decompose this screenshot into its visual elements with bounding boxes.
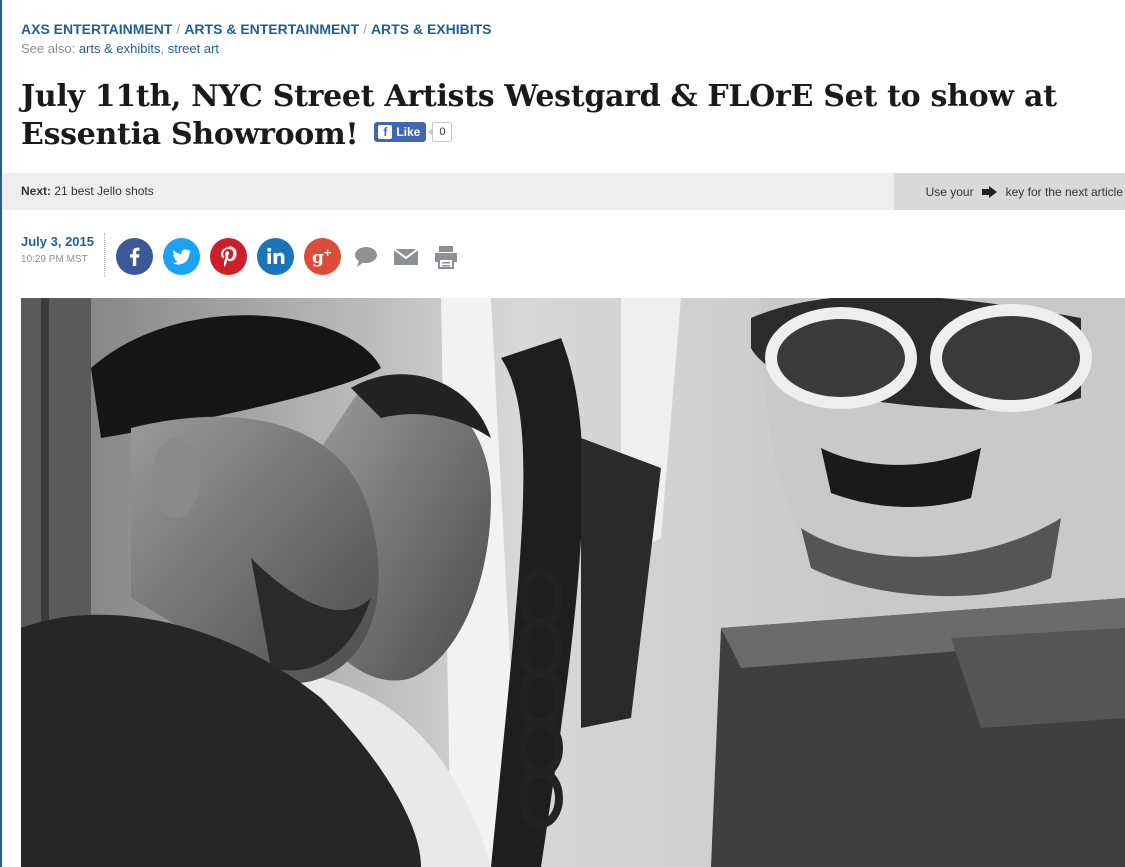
- see-also: See also: arts & exhibits, street art: [21, 41, 220, 56]
- facebook-icon: f: [378, 125, 393, 139]
- comment-icon: [355, 246, 377, 267]
- facebook-like-count: 0: [428, 122, 453, 142]
- share-google-plus-button[interactable]: g +: [304, 238, 341, 275]
- share-linkedin-button[interactable]: [257, 238, 294, 275]
- facebook-like-label: Like: [396, 125, 421, 139]
- breadcrumb-separator: /: [363, 21, 367, 37]
- breadcrumb-link-arts-exhibits[interactable]: ARTS & EXHIBITS: [371, 21, 492, 37]
- facebook-like-widget: f Like 0: [374, 122, 453, 142]
- hero-image: [21, 298, 1125, 867]
- facebook-icon: [130, 247, 140, 266]
- next-label: Next:: [21, 184, 52, 198]
- article-title: July 11th, NYC Street Artists Westgard &…: [21, 78, 1111, 154]
- share-pinterest-button[interactable]: [210, 238, 247, 275]
- twitter-icon: [172, 249, 192, 265]
- see-also-link-street-art[interactable]: street art: [168, 41, 219, 56]
- linkedin-icon: [267, 247, 285, 264]
- left-accent-rule: [0, 0, 2, 867]
- print-button[interactable]: [431, 242, 461, 272]
- facebook-like-button[interactable]: f Like: [374, 122, 427, 142]
- right-arrow-icon: [981, 185, 998, 198]
- next-article-link[interactable]: 21 best Jello shots: [54, 184, 153, 198]
- keyboard-hint: Use your key for the next article: [894, 173, 1125, 210]
- email-icon: [393, 247, 419, 265]
- see-also-label: See also:: [21, 41, 76, 56]
- breadcrumb: AXS ENTERTAINMENT / ARTS & ENTERTAINMENT / A…: [21, 21, 492, 37]
- email-button[interactable]: [391, 242, 421, 272]
- print-icon: [435, 245, 457, 269]
- share-twitter-button[interactable]: [163, 238, 200, 275]
- keyboard-hint-prefix: Use your: [925, 184, 974, 199]
- date-divider: [104, 233, 105, 277]
- street-artists-photo: [21, 298, 1125, 867]
- pinterest-icon: [221, 246, 237, 267]
- breadcrumb-separator: /: [176, 21, 181, 37]
- google-plus-icon: g +: [312, 246, 332, 268]
- breadcrumb-link-arts-entertainment[interactable]: ARTS & ENTERTAINMENT: [184, 21, 359, 37]
- svg-text:+: +: [323, 246, 332, 259]
- keyboard-hint-suffix: key for the next article: [1005, 184, 1123, 199]
- article-title-text: July 11th, NYC Street Artists Westgard &…: [21, 79, 1057, 152]
- publish-time: 10:29 PM MST: [21, 254, 88, 265]
- share-facebook-button[interactable]: [116, 238, 153, 275]
- share-toolbar: g +: [116, 238, 471, 275]
- see-also-link-arts-exhibits[interactable]: arts & exhibits: [79, 41, 161, 56]
- comment-button[interactable]: [351, 242, 381, 272]
- next-article-link-wrap: Next: 21 best Jello shots: [21, 184, 154, 198]
- next-article-bar: Next: 21 best Jello shots Use your key f…: [2, 173, 1125, 210]
- publish-date: July 3, 2015: [21, 234, 94, 249]
- breadcrumb-link-axs-entertainment[interactable]: AXS ENTERTAINMENT: [21, 21, 172, 37]
